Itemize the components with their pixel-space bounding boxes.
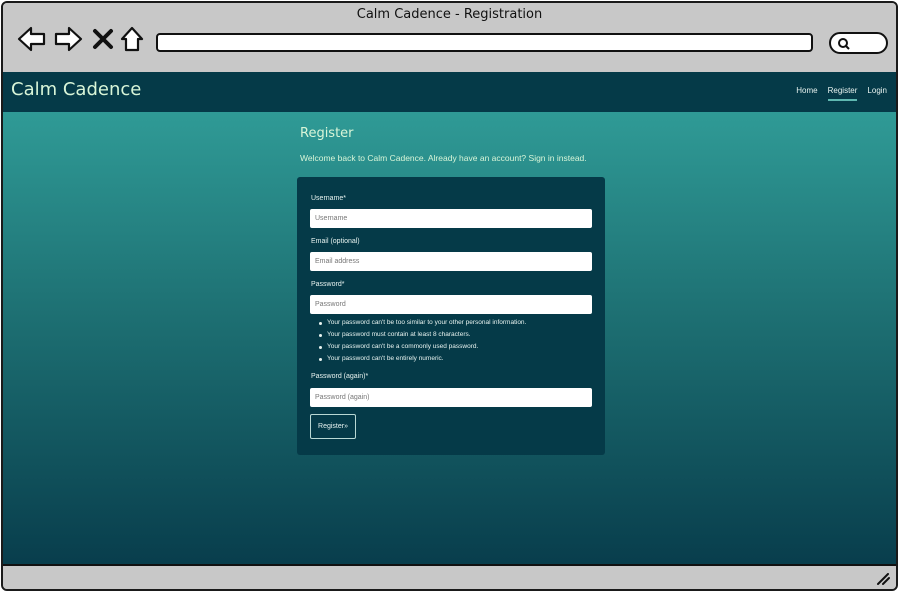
email-input[interactable]: Email address — [310, 252, 592, 271]
site-navbar: Calm Cadence Home Register Login — [3, 72, 896, 112]
password-help-item: Your password can't be a commonly used p… — [318, 341, 526, 353]
back-arrow-icon[interactable] — [17, 25, 47, 53]
password-input[interactable]: Password — [310, 295, 592, 314]
password-help-item: Your password can't be entirely numeric. — [318, 353, 526, 365]
password-again-input[interactable]: Password (again) — [310, 388, 592, 407]
email-label: Email (optional) — [311, 238, 360, 245]
home-icon[interactable] — [119, 25, 145, 53]
address-bar[interactable] — [156, 33, 813, 52]
register-button[interactable]: Register» — [310, 414, 356, 439]
page-viewport: Calm Cadence Home Register Login Registe… — [3, 72, 896, 566]
resize-grip-icon[interactable] — [876, 573, 890, 585]
forward-arrow-icon[interactable] — [53, 25, 83, 53]
nav-link-register[interactable]: Register — [827, 86, 858, 101]
password-label: Password* — [311, 281, 345, 288]
registration-form: Username* Username Email (optional) Emai… — [297, 177, 605, 455]
password-help-item: Your password must contain at least 8 ch… — [318, 329, 526, 341]
status-bar — [3, 564, 896, 589]
site-brand[interactable]: Calm Cadence — [11, 79, 141, 100]
search-button[interactable] — [829, 32, 888, 54]
nav-link-home[interactable]: Home — [796, 86, 817, 101]
site-nav-links: Home Register Login — [796, 86, 887, 101]
username-input[interactable]: Username — [310, 209, 592, 228]
window-title: Calm Cadence - Registration — [356, 7, 543, 22]
search-icon — [838, 38, 850, 50]
username-label: Username* — [311, 195, 347, 202]
page-title: Register — [300, 126, 354, 141]
nav-link-login[interactable]: Login — [867, 86, 887, 101]
password-help-item: Your password can't be too similar to yo… — [318, 317, 526, 329]
browser-window: Calm Cadence - Registration Calm Cadence… — [1, 1, 898, 591]
password-again-label: Password (again)* — [311, 373, 369, 380]
welcome-text: Welcome back to Calm Cadence. Already ha… — [300, 153, 587, 163]
browser-chrome: Calm Cadence - Registration — [3, 3, 896, 72]
password-help-list: Your password can't be too similar to yo… — [318, 317, 526, 365]
close-icon[interactable] — [91, 25, 115, 53]
